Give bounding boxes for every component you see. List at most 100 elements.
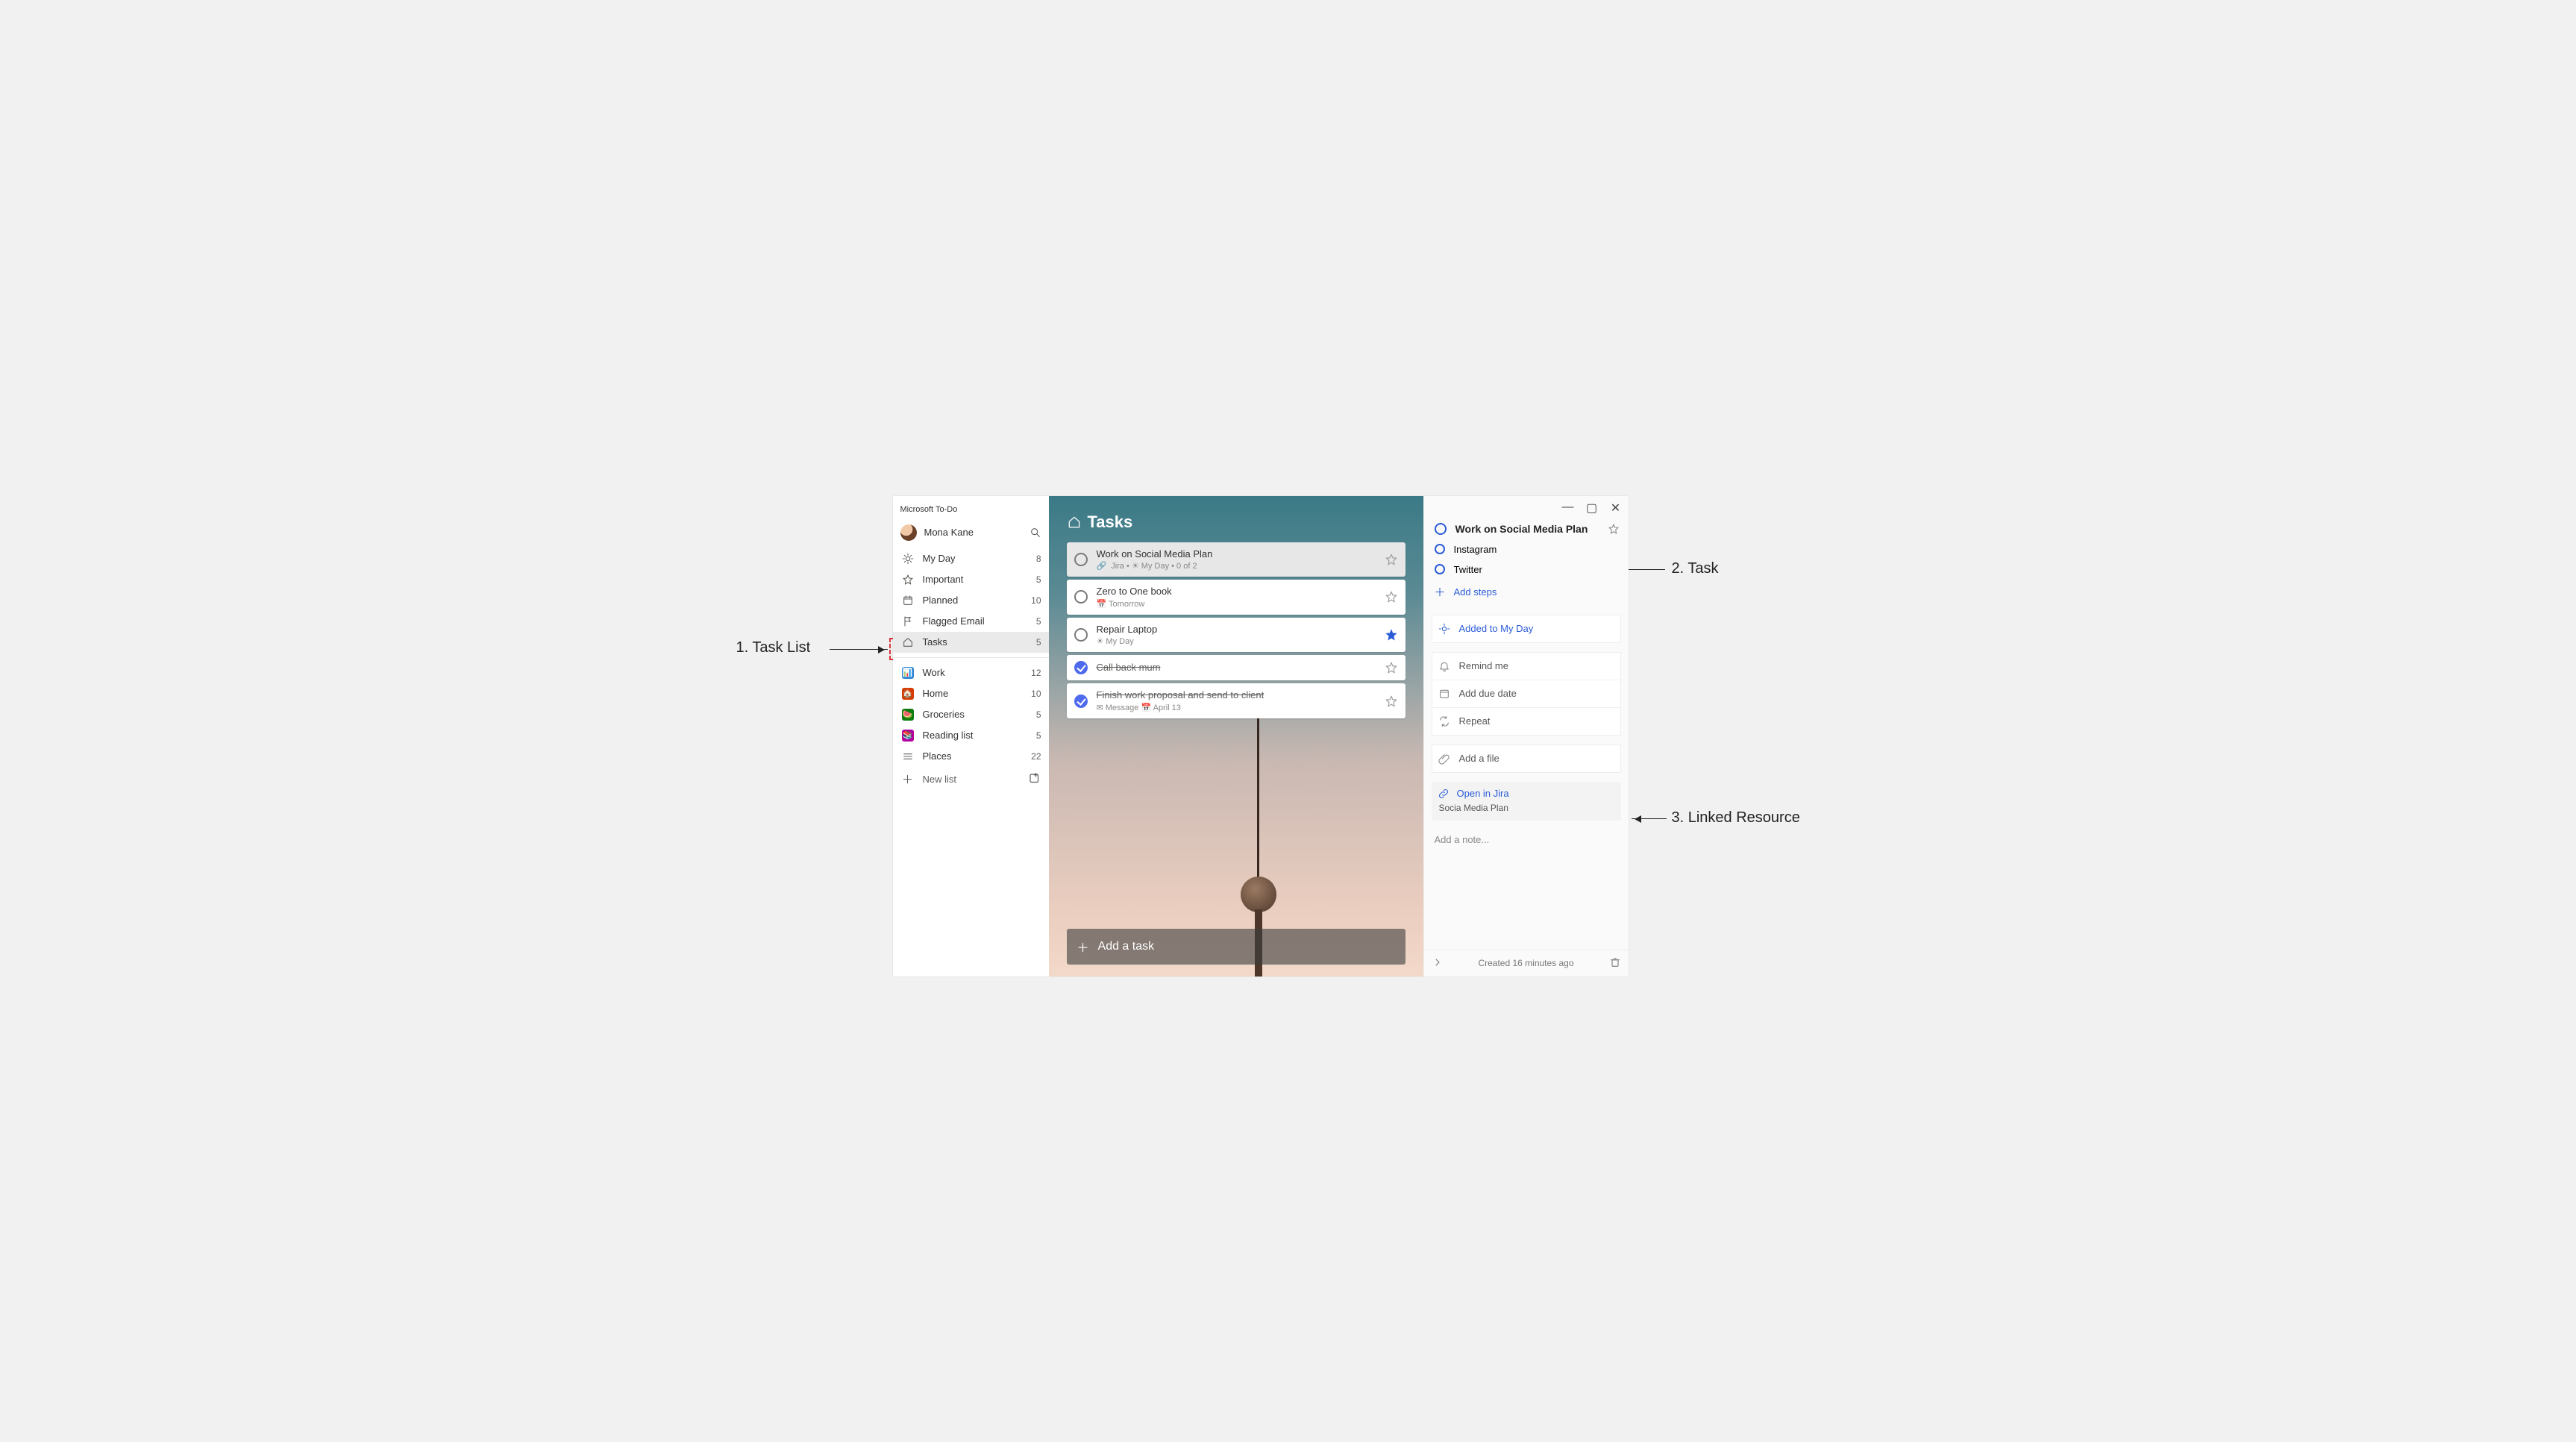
arrow-tasklist [830,649,888,650]
add-file-button[interactable]: Add a file [1432,745,1620,772]
task-title: Finish work proposal and send to client [1097,689,1385,701]
star-icon [902,574,914,586]
list-emoji-icon: 📊 [902,667,914,679]
sidebar-item-count: 5 [1036,574,1041,585]
plus-icon: ＋ [902,771,914,787]
sidebar-item-count: 10 [1031,689,1041,699]
app-title: Microsoft To-Do [893,504,1049,521]
details-footer: Created 16 minutes ago [1424,950,1629,977]
task-complete-checkbox[interactable] [1074,661,1088,674]
details-header: Work on Social Media Plan [1424,518,1629,539]
profile-row[interactable]: Mona Kane [893,521,1049,548]
task-star-button[interactable] [1385,695,1398,708]
add-step-button[interactable]: ＋ Add steps [1435,580,1620,607]
sidebar-item-label: Groceries [923,709,1036,720]
linked-resource-name: Socia Media Plan [1438,803,1615,813]
sidebar-item-tasks[interactable]: Tasks 5 [893,632,1049,653]
step-row[interactable]: Instagram [1435,539,1620,559]
task-title: Repair Laptop [1097,624,1385,636]
sidebar-item-count: 10 [1031,595,1041,606]
task-meta: ✉ Message 📅 April 13 [1097,703,1385,712]
sidebar-new-list[interactable]: ＋ New list [893,767,1049,791]
task-star-button[interactable] [1608,523,1620,535]
add-task-input[interactable]: ＋ Add a task [1067,929,1405,965]
note-input[interactable] [1432,830,1621,945]
home-icon [1067,515,1082,530]
add-file-label: Add a file [1459,753,1499,764]
sidebar-item-myday[interactable]: My Day 8 [893,548,1049,569]
avatar [900,524,917,541]
flag-icon [902,615,914,627]
sidebar-new-list-label: New list [923,774,957,785]
task-star-button[interactable] [1385,553,1398,566]
task-complete-checkbox[interactable] [1074,590,1088,604]
sidebar-item-places[interactable]: Places 22 [893,746,1049,767]
task-star-button[interactable] [1385,590,1398,604]
step-label: Twitter [1454,564,1482,575]
window-close-button[interactable]: ✕ [1611,501,1621,515]
task-row[interactable]: Work on Social Media Plan 🔗Jira • ☀ My D… [1067,542,1405,577]
task-complete-checkbox[interactable] [1074,553,1088,566]
sidebar-item-work[interactable]: 📊 Work 12 [893,662,1049,683]
created-timestamp: Created 16 minutes ago [1444,958,1609,968]
task-complete-checkbox[interactable] [1074,695,1088,708]
list-icon [902,750,914,762]
sidebar-item-label: Places [923,750,1032,762]
repeat-button[interactable]: Repeat [1432,707,1620,735]
sidebar-item-reading[interactable]: 📚 Reading list 5 [893,725,1049,746]
sidebar-item-label: My Day [923,553,1036,564]
calendar-icon [902,595,914,606]
task-list: Work on Social Media Plan 🔗Jira • ☀ My D… [1049,542,1423,718]
remind-me-button[interactable]: Remind me [1432,653,1620,680]
step-complete-checkbox[interactable] [1435,564,1445,574]
task-complete-checkbox[interactable] [1435,523,1447,535]
sidebar-item-groceries[interactable]: 🍉 Groceries 5 [893,704,1049,725]
details-title[interactable]: Work on Social Media Plan [1455,523,1608,535]
sidebar-item-count: 8 [1036,554,1041,564]
task-star-button[interactable] [1385,628,1398,642]
plus-icon: ＋ [1435,584,1445,600]
window-maximize-button[interactable]: ▢ [1587,501,1597,515]
due-date-button[interactable]: Add due date [1432,680,1620,707]
task-star-button[interactable] [1385,661,1398,674]
task-row[interactable]: Finish work proposal and send to client … [1067,683,1405,718]
sidebar-item-label: Planned [923,595,1032,606]
collapse-details-button[interactable] [1432,956,1444,971]
task-row[interactable]: Zero to One book 📅 Tomorrow [1067,580,1405,615]
stage: 1. Task List 2. Task 3. Linked Resource … [736,412,1840,1031]
task-row[interactable]: Call back mum [1067,655,1405,680]
new-group-icon[interactable] [1028,772,1041,786]
sidebar-item-count: 5 [1036,730,1041,741]
search-icon[interactable] [1030,527,1041,539]
step-label: Instagram [1454,544,1497,555]
sidebar-item-count: 5 [1036,709,1041,720]
sidebar-item-label: Home [923,688,1032,699]
sidebar-item-planned[interactable]: Planned 10 [893,590,1049,611]
tasks-title: Tasks [1088,512,1133,532]
repeat-label: Repeat [1459,715,1491,727]
due-date-label: Add due date [1459,688,1517,699]
my-day-button[interactable]: Added to My Day [1432,615,1620,642]
open-in-jira-link[interactable]: Open in Jira [1438,788,1615,800]
sidebar-item-home[interactable]: 🏠 Home 10 [893,683,1049,704]
task-title: Work on Social Media Plan [1097,548,1385,560]
link-icon [1438,788,1450,800]
task-complete-checkbox[interactable] [1074,628,1088,642]
task-title: Call back mum [1097,662,1385,674]
sidebar-item-label: Tasks [923,636,1036,648]
sidebar-item-label: Reading list [923,730,1036,741]
step-complete-checkbox[interactable] [1435,544,1445,554]
sidebar-item-flagged[interactable]: Flagged Email 5 [893,611,1049,632]
step-row[interactable]: Twitter [1435,559,1620,580]
linked-resource: Open in Jira Socia Media Plan [1432,782,1621,821]
sidebar-item-important[interactable]: Important 5 [893,569,1049,590]
repeat-icon [1438,715,1450,727]
list-emoji-icon: 📚 [902,730,914,742]
sidebar-item-count: 5 [1036,616,1041,627]
window-minimize-button[interactable]: ― [1563,501,1573,515]
task-row[interactable]: Repair Laptop ☀ My Day [1067,618,1405,653]
calendar-icon [1438,688,1450,700]
delete-task-button[interactable] [1609,956,1621,971]
list-emoji-icon: 🏠 [902,688,914,700]
sun-icon [902,553,914,565]
